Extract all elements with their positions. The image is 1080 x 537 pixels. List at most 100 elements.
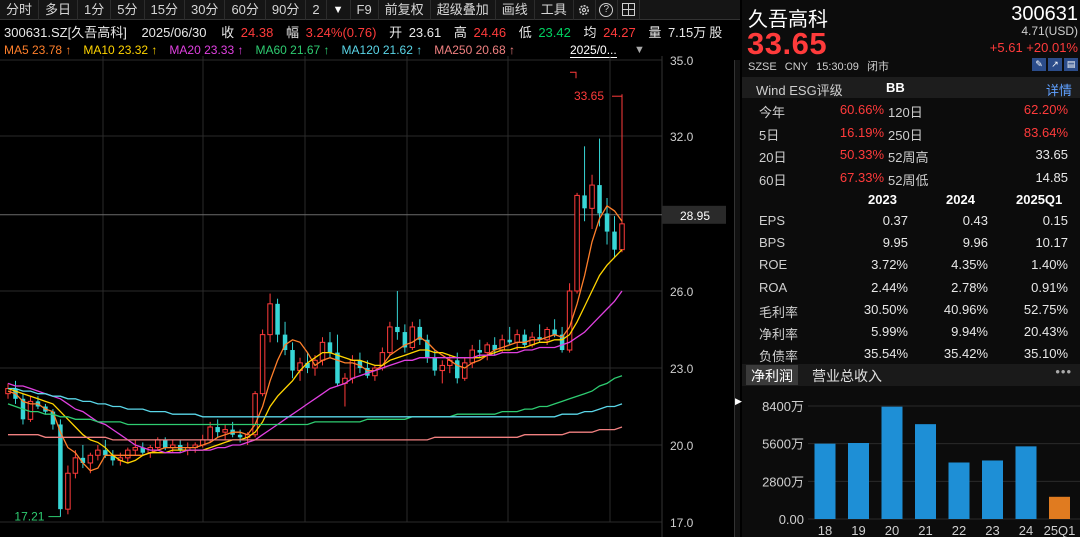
fin-value: 5.99% [871, 324, 908, 339]
return-value: 50.33% [839, 147, 884, 162]
market-meta: SZSE CNY 15:30:09 闭市 [748, 58, 894, 74]
period-tab-2[interactable]: 1分 [78, 0, 112, 20]
ma-legend-item[interactable]: MA5 23.78 ↑ [4, 43, 71, 57]
avg-value: 24.27 [603, 25, 636, 40]
candle-body [462, 362, 468, 379]
candle-body [259, 334, 266, 395]
ma-line-ma120 [8, 387, 623, 418]
panel-collapse-bar[interactable] [734, 60, 740, 537]
bar-x-label: 22 [952, 523, 966, 537]
high-marker-tick [570, 71, 577, 79]
period-tab-7[interactable]: 90分 [266, 0, 307, 20]
esg-detail-link[interactable]: 详情 [1046, 80, 1072, 99]
period-tab-3[interactable]: 5分 [111, 0, 145, 20]
return-label: 52周低 [888, 172, 929, 188]
adjust-button[interactable]: 前复权 [379, 0, 431, 20]
ma-dropdown-icon[interactable]: ▼ [634, 44, 645, 56]
fin-value: 0.91% [1031, 279, 1068, 295]
return-row: 5日 16.19% 250日 83.64% [742, 122, 1080, 144]
candle-body [215, 427, 220, 433]
candle-body [132, 447, 139, 451]
gear-icon[interactable] [574, 0, 596, 20]
candle-body [395, 326, 400, 333]
f9-button[interactable]: F9 [351, 0, 379, 20]
y-tick-label: 17.0 [670, 516, 694, 530]
fin-value: 2.78% [951, 279, 988, 295]
esg-label: Wind ESG评级 [756, 83, 843, 98]
usd-price: 4.71(USD) [1021, 24, 1078, 38]
candle-body [335, 352, 340, 384]
fin-value: 4.35% [951, 257, 988, 273]
fin-value: 35.42% [943, 346, 988, 362]
candle-body [552, 329, 557, 335]
amp-value: 3.24%(0.76) [305, 25, 377, 40]
ma-legend-item[interactable]: MA120 21.62 ↑ [342, 43, 423, 57]
tab-total-revenue[interactable]: 营业总收入 [812, 366, 882, 386]
bar-x-label: 21 [918, 523, 932, 537]
period-tab-1[interactable]: 多日 [39, 0, 79, 20]
ma-legend-item[interactable]: MA20 23.33 ↑ [169, 43, 243, 57]
esg-rating-row: Wind ESG评级 BB 详情 [742, 77, 1080, 98]
period-toolbar: 分时 多日 1分 5分 15分 30分 60分 90分 2 ▼ F9 前复权 超级叠加 画线 工具? [0, 0, 740, 20]
period-tab-8[interactable]: 2 [306, 0, 327, 20]
fin-value: 0.37 [882, 213, 908, 228]
low-label: 低 [518, 25, 532, 40]
candle-body [522, 334, 527, 345]
kline-chart[interactable]: 35.0 32.0 26.0 23.0 20.0 17.0 28.95 33.65 17.21 [0, 56, 740, 537]
period-tab-4[interactable]: 15分 [145, 0, 185, 20]
candle-body [125, 449, 131, 459]
return-row: 20日 50.33% 52周高 33.65 [742, 144, 1080, 166]
tab-net-profit[interactable]: 净利润 [746, 365, 798, 385]
last-price: 33.65 [747, 26, 828, 61]
ma-legend-item[interactable]: MA60 21.67 ↑ [255, 43, 329, 57]
share-icon[interactable]: ↗ [1048, 58, 1062, 71]
grid-icon[interactable] [618, 0, 640, 20]
fin-row: 净利率 5.99% 9.94% 20.43% [742, 321, 1080, 343]
fin-year-2023: 2023 [868, 192, 897, 207]
fin-value: 35.10% [1023, 346, 1068, 362]
candle-body [252, 393, 258, 436]
list-icon[interactable]: ▤ [1064, 58, 1078, 71]
question-icon[interactable]: ? [596, 0, 618, 20]
candle-body [604, 213, 610, 232]
candle-body [619, 223, 625, 251]
period-tab-6[interactable]: 60分 [225, 0, 266, 20]
fin-row: 毛利率 30.50% 40.96% 52.75% [742, 299, 1080, 321]
expand-arrow-icon[interactable]: ▶ [735, 396, 742, 407]
bar-y-tick: 8400万 [762, 399, 804, 414]
bar-y-tick: 0.00 [779, 512, 804, 527]
kline-svg[interactable]: 35.0 32.0 26.0 23.0 20.0 17.0 28.95 33.65 17.21 [0, 56, 734, 537]
tools-button[interactable]: 工具 [535, 0, 574, 20]
financial-header: 2023 2024 2025Q1 [742, 189, 1080, 210]
candle-body [103, 450, 108, 456]
candle-body [432, 357, 438, 371]
amp-label: 幅 [285, 25, 299, 40]
candle-body [387, 326, 393, 354]
draw-line-button[interactable]: 画线 [496, 0, 535, 20]
high-marker-label: 33.65 [574, 89, 604, 103]
fin-value: 0.15 [1042, 213, 1068, 228]
candle-body [582, 195, 587, 209]
period-tab-5[interactable]: 30分 [185, 0, 226, 20]
candle-body [455, 360, 460, 379]
more-periods-icon[interactable]: ▼ [327, 0, 351, 20]
edit-icon[interactable]: ✎ [1032, 58, 1046, 71]
fin-row: ROA 2.44% 2.78% 0.91% [742, 277, 1080, 299]
stock-code-name: 300631.SZ[久吾高科] [4, 25, 127, 40]
candle-body [589, 184, 595, 209]
overlay-button[interactable]: 超级叠加 [431, 0, 496, 20]
candle-body [507, 339, 512, 343]
ma-legend-item[interactable]: MA10 23.32 ↑ [83, 43, 157, 57]
fin-value: 10.17 [1035, 235, 1068, 251]
profit-bar [848, 442, 869, 519]
candle-body [484, 344, 490, 354]
return-value: 16.19% [839, 124, 884, 140]
more-icon[interactable]: ••• [1055, 364, 1072, 379]
y-tick-label: 26.0 [670, 285, 694, 299]
ma-legend-item[interactable]: MA250 20.68 ↑ [434, 43, 515, 57]
vol-value: 7.15万 [667, 25, 707, 40]
price-change: +5.61 +20.01% [989, 40, 1078, 55]
period-tab-0[interactable]: 分时 [0, 0, 40, 20]
return-value: 83.64% [1023, 124, 1068, 140]
fin-value: 2.44% [871, 279, 908, 295]
